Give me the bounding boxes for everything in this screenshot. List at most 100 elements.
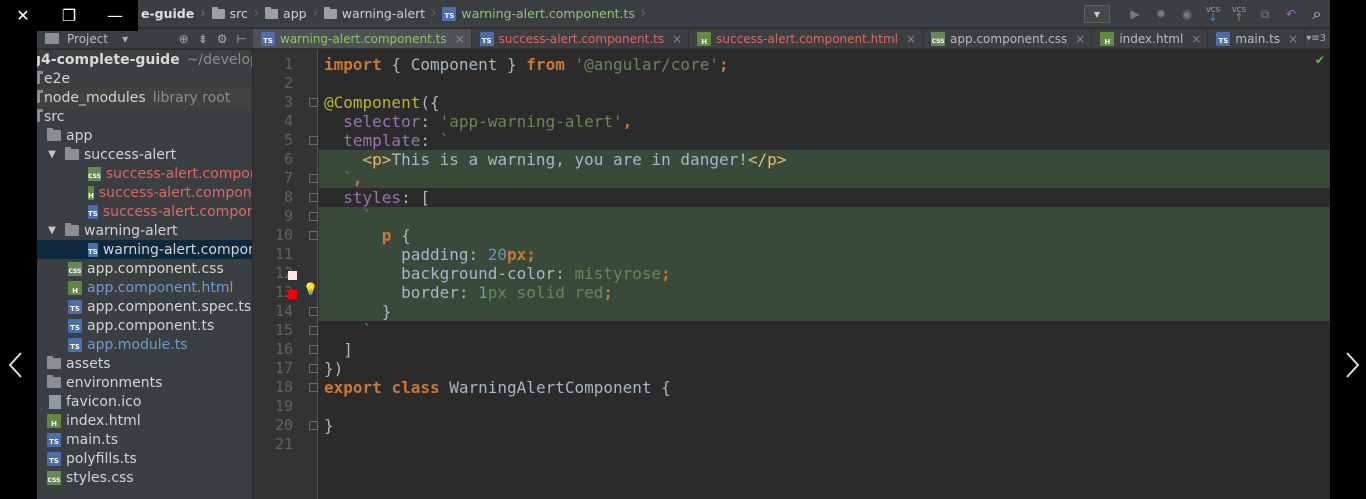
fold-icon[interactable] [309,136,318,145]
tree-item-warning-alert-ts[interactable]: TS warning-alert.componen [37,240,252,259]
fold-icon[interactable] [309,193,318,202]
search-icon[interactable]: ⌕ [1304,0,1330,28]
tree-item-node-modules[interactable]: node_modules library root [37,88,252,107]
expand-triangle-icon[interactable]: ▼ [45,225,59,236]
typescript-file-icon: TS [1216,31,1231,46]
close-tab-icon[interactable]: × [1075,32,1085,46]
next-arrow-icon[interactable] [1342,345,1362,385]
code-line-8: styles: [ [343,188,430,207]
breadcrumb-file[interactable]: TS warning-alert.component.ts › [438,0,648,28]
fold-icon[interactable] [309,364,318,373]
close-tab-icon[interactable]: × [455,32,465,46]
tree-item-root[interactable]: g4-complete-guide ~/development [37,50,252,69]
line-number: 3 [283,93,293,111]
tree-item-assets[interactable]: assets [37,354,252,373]
tree-item-styles-css[interactable]: CSS styles.css [37,468,252,487]
vcs-update-icon[interactable]: VCS ↓ [1200,0,1226,28]
tree-item-environments[interactable]: environments [37,373,252,392]
run-icon[interactable]: ▶ [1122,0,1148,28]
tree-item-index-html[interactable]: H index.html [37,411,252,430]
close-tab-icon[interactable]: × [672,32,682,46]
code-line-4: selector: 'app-warning-alert', [343,112,633,131]
tree-item-app-component-html[interactable]: H app.component.html [37,278,252,297]
tree-item-success-alert[interactable]: ▼ success-alert [37,145,252,164]
tree-item-main-ts[interactable]: TS main.ts [37,430,252,449]
line-number: 12 [274,264,293,282]
locate-icon[interactable]: ⊕ [179,32,189,46]
fold-icon[interactable] [309,212,318,221]
tab-main-ts[interactable]: TS main.ts × [1208,29,1306,48]
tree-item-success-alert-html[interactable]: H success-alert.componen [37,183,252,202]
collapse-icon[interactable]: ⇟ [198,32,208,46]
color-swatch-mistyrose[interactable] [288,271,297,280]
breadcrumb-src[interactable]: src › [208,0,261,28]
code-line-14: } [319,302,1330,321]
lightbulb-icon[interactable]: 💡 [303,282,318,296]
tree-item-warning-alert[interactable]: ▼ warning-alert [37,221,252,240]
css-file-icon: CSS [931,31,946,46]
project-tree: g4-complete-guide ~/development e2e node… [37,50,253,499]
tree-item-app-component-ts[interactable]: TS app.component.ts [37,316,252,335]
close-tab-icon[interactable]: × [906,32,916,46]
fold-icon[interactable] [309,383,318,392]
code-line-9: ` [319,207,1330,226]
close-tab-icon[interactable]: × [1191,32,1201,46]
code-editor[interactable]: ✔ import { Component } from '@angular/co… [319,50,1330,499]
close-icon[interactable]: ✕ [0,0,46,31]
restore-icon[interactable]: ❐ [46,0,92,31]
line-number: 4 [283,112,293,130]
breadcrumb-warning-alert[interactable]: warning-alert › [320,0,439,28]
html-file-icon: H [47,413,61,428]
revert-icon[interactable]: ↶ [1278,0,1304,28]
fold-icon[interactable] [309,174,318,183]
fold-icon[interactable] [309,345,318,354]
tree-item-polyfills-ts[interactable]: TS polyfills.ts [37,449,252,468]
tab-app-component-css[interactable]: CSS app.component.css × [923,29,1093,48]
tree-item-success-alert-css[interactable]: CSS success-alert.componen [37,164,252,183]
chevron-down-icon[interactable]: ▾ [122,32,128,46]
code-line-11: padding: 20px; [319,245,1330,264]
tree-item-app-module-ts[interactable]: TS app.module.ts [37,335,252,354]
tree-item-favicon[interactable]: favicon.ico [37,392,252,411]
fold-icon[interactable] [309,421,318,430]
fold-icon[interactable] [309,326,318,335]
folder-icon [65,147,79,160]
breadcrumb-app[interactable]: app › [261,0,320,28]
minimize-icon[interactable]: — [92,0,138,31]
stop-icon[interactable]: ◉ [1174,0,1200,28]
tree-item-app-component-css[interactable]: CSS app.component.css [37,259,252,278]
history-icon[interactable]: ⧉ [1252,0,1278,28]
tabs-overflow[interactable]: ▾≡ 3 [1306,29,1330,48]
debug-icon[interactable]: ✹ [1148,0,1174,28]
code-line-3: @Component({ [324,93,440,112]
tree-item-app-component-spec-ts[interactable]: TS app.component.spec.ts [37,297,252,316]
hide-panel-icon[interactable]: ⊢ [237,32,247,46]
line-number: 18 [274,378,293,396]
tab-success-alert-ts[interactable]: TS success-alert.component.ts × [472,29,690,48]
tree-item-success-alert-ts[interactable]: TS success-alert.componen [37,202,252,221]
tree-item-src[interactable]: src [37,107,252,126]
run-config-dropdown[interactable]: ▾ [1084,5,1110,23]
fold-icon[interactable] [309,307,318,316]
breadcrumb-project[interactable]: e-guide › [137,0,208,28]
tree-item-e2e[interactable]: e2e [37,69,252,88]
line-number: 1 [283,55,293,73]
project-view-selector[interactable]: Project [67,32,108,46]
line-number: 2 [283,74,293,92]
tab-warning-alert-ts[interactable]: TS warning-alert.component.ts × [253,29,472,48]
tab-success-alert-html[interactable]: H success-alert.component.html × [689,29,924,48]
previous-arrow-icon[interactable] [6,345,26,385]
vcs-commit-icon[interactable]: VCS ↑ [1226,0,1252,28]
code-line-18: export class WarningAlertComponent { [324,378,671,397]
code-line-6: <p>This is a warning, you are in danger!… [319,150,1330,169]
color-swatch-red[interactable] [288,290,297,299]
tree-item-app[interactable]: app [37,126,252,145]
fold-icon[interactable] [309,231,318,240]
close-tab-icon[interactable]: × [1288,32,1298,46]
settings-gear-icon[interactable]: ⚙ [217,32,228,46]
line-number: 21 [274,435,293,453]
line-number: 19 [274,397,293,415]
expand-triangle-icon[interactable]: ▼ [45,149,59,160]
tab-index-html[interactable]: H index.html × [1092,29,1209,48]
fold-icon[interactable] [309,98,318,107]
